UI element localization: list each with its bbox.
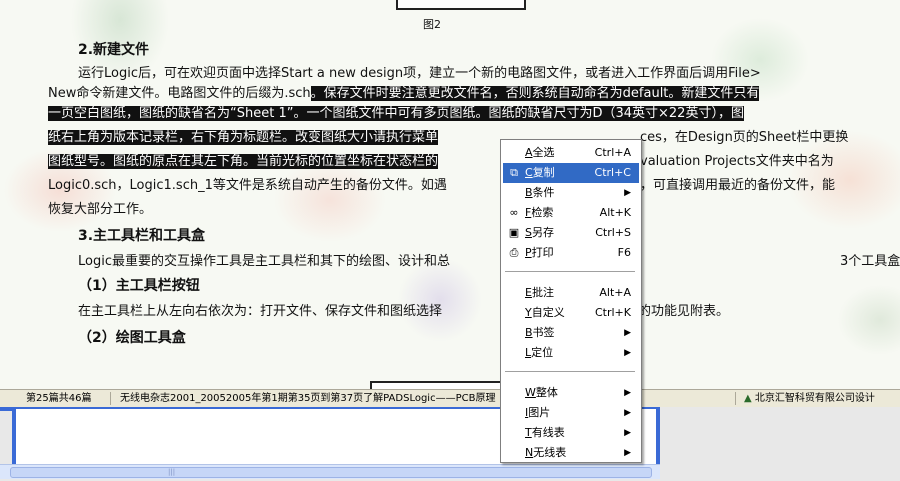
menu-separator xyxy=(505,271,635,272)
submenu-arrow-icon: ▶ xyxy=(624,428,631,438)
submenu-arrow-icon: ▶ xyxy=(624,348,631,358)
menu-item-f-3[interactable]: ∞ F检索 Alt+K xyxy=(503,203,639,223)
horizontal-scrollbar[interactable]: ||| xyxy=(0,464,660,479)
status-bar: 第25篇共46篇 无线电杂志2001_20052005年第1期第35页到第37页… xyxy=(0,389,900,407)
menu-item-label: B条件 xyxy=(525,186,555,199)
document-viewer[interactable]: 图2 2.新建文件 运行Logic后，可在欢迎页面中选择Start a new … xyxy=(0,0,900,389)
page-indicator: 第25篇共46篇 xyxy=(26,393,92,404)
menu-item-label: W整体 xyxy=(525,386,558,399)
figure-image-bottom xyxy=(396,0,526,10)
menu-item-b-2[interactable]: B条件 ▶ xyxy=(503,183,639,203)
menu-item-label: T有线表 xyxy=(525,426,565,439)
context-menu[interactable]: A全选 Ctrl+A ⧉ C复制 Ctrl+C B条件 ▶ ∞ F检索 Alt+K ▣ S另存 Ctrl… xyxy=(500,139,642,463)
paragraph-line: 运行Logic后，可在欢迎页面中选择Start a new design项，建立… xyxy=(78,66,761,81)
menu-item-label: F检索 xyxy=(525,206,554,219)
menu-item-label: L定位 xyxy=(525,346,554,359)
selected-text: 图纸型号。图纸的原点在其左下角。当前光标的位置坐标在状态栏的 xyxy=(48,154,439,169)
copy-icon: ⧉ xyxy=(510,166,518,179)
figure-caption: 图2 xyxy=(423,18,441,31)
paragraph-line: Logic0.sch，Logic1.sch_1等文件是系统自动产生的备份文件。如… xyxy=(48,178,836,193)
menu-item-label: Y自定义 xyxy=(525,306,565,319)
menu-item-label: A全选 xyxy=(525,146,555,159)
menu-item-a-0[interactable]: A全选 Ctrl+A xyxy=(503,143,639,163)
paragraph-line: 纸右上角为版本记录栏，右下角为标题栏。改变图纸大小请执行菜单 ces，在Desig… xyxy=(48,130,849,145)
binoculars-icon: ∞ xyxy=(509,206,519,219)
menu-item-e-7[interactable]: E批注 Alt+A xyxy=(503,283,639,303)
menu-item-label: P打印 xyxy=(525,246,554,259)
scrollbar-grip-icon: ||| xyxy=(168,468,176,476)
paragraph-line: Logic最重要的交互操作工具是主工具栏和其下的绘图、设计和总3个工具盒每次只能… xyxy=(78,254,900,269)
submenu-arrow-icon: ▶ xyxy=(624,448,631,458)
app-icon: ▲ xyxy=(744,393,755,404)
menu-item-label: B书签 xyxy=(525,326,555,339)
menu-item-y-8[interactable]: Y自定义 Ctrl+K xyxy=(503,303,639,323)
menu-item-shortcut: Ctrl+C xyxy=(594,166,631,179)
subsection-heading: （1）主工具栏按钮 xyxy=(78,278,200,294)
menu-item-shortcut: Ctrl+K xyxy=(594,306,631,319)
paragraph-line: 在主工具栏上从左向右依次为：打开文件、保存文件和图纸选择 的功能见附表。 xyxy=(78,304,730,319)
menu-item-shortcut: Alt+K xyxy=(599,206,631,219)
printer-icon: ⎙ xyxy=(509,246,519,259)
menu-item-label: N无线表 xyxy=(525,446,567,459)
company-label: ▲ 北京汇智科贸有限公司设计 xyxy=(744,393,875,404)
menu-item-shortcut: F6 xyxy=(617,246,631,259)
selected-text: 纸右上角为版本记录栏，右下角为标题栏。改变图纸大小请执行菜单 xyxy=(48,130,439,145)
menu-item-label: C复制 xyxy=(525,166,555,179)
paragraph-line: New命令新建文件。电路图文件的后缀为.sch。保存文件时要注意更改文件名，否则… xyxy=(48,86,760,101)
selected-text: 一页空白图纸，图纸的缺省名为“Sheet 1”。一个图纸文件中可有多页图纸。图纸… xyxy=(48,106,744,121)
scrollbar-thumb[interactable] xyxy=(10,467,652,478)
submenu-arrow-icon: ▶ xyxy=(624,388,631,398)
section-heading: 2.新建文件 xyxy=(78,42,150,58)
menu-item-n-15[interactable]: N无线表 ▶ xyxy=(503,443,639,463)
menu-item-label: S另存 xyxy=(525,226,554,239)
menu-item-shortcut: Ctrl+S xyxy=(595,226,631,239)
menu-item-shortcut: Alt+A xyxy=(599,286,631,299)
subsection-heading: （2）绘图工具盒 xyxy=(78,330,186,346)
submenu-arrow-icon: ▶ xyxy=(624,328,631,338)
floppy-icon: ▣ xyxy=(508,226,520,239)
menu-separator xyxy=(505,371,635,372)
menu-item-label: I图片 xyxy=(525,406,551,419)
paragraph-line: 图纸型号。图纸的原点在其左下角。当前光标的位置坐标在状态栏的 valuation … xyxy=(48,154,834,169)
selected-text: 。保存文件时要注意更改文件名，否则系统自动命名为default。新建文件只有 xyxy=(310,86,760,101)
document-info: 无线电杂志2001_20052005年第1期第35页到第37页了解PADSLog… xyxy=(120,393,496,404)
menu-item-w-12[interactable]: W整体 ▶ xyxy=(503,383,639,403)
menu-item-c-1[interactable]: ⧉ C复制 Ctrl+C xyxy=(503,163,639,183)
menu-item-label: E批注 xyxy=(525,286,554,299)
paragraph-line: 恢复大部分工作。 xyxy=(48,202,153,217)
menu-item-b-9[interactable]: B书签 ▶ xyxy=(503,323,639,343)
submenu-arrow-icon: ▶ xyxy=(624,408,631,418)
section-heading: 3.主工具栏和工具盒 xyxy=(78,228,206,244)
paragraph-line: 一页空白图纸，图纸的缺省名为“Sheet 1”。一个图纸文件中可有多页图纸。图纸… xyxy=(48,104,744,124)
menu-item-l-10[interactable]: L定位 ▶ xyxy=(503,343,639,363)
menu-item-shortcut: Ctrl+A xyxy=(594,146,631,159)
menu-item-p-5[interactable]: ⎙ P打印 F6 xyxy=(503,243,639,263)
figure-image-top xyxy=(370,381,504,389)
submenu-arrow-icon: ▶ xyxy=(624,188,631,198)
menu-item-i-13[interactable]: I图片 ▶ xyxy=(503,403,639,423)
menu-item-s-4[interactable]: ▣ S另存 Ctrl+S xyxy=(503,223,639,243)
menu-item-t-14[interactable]: T有线表 ▶ xyxy=(503,423,639,443)
